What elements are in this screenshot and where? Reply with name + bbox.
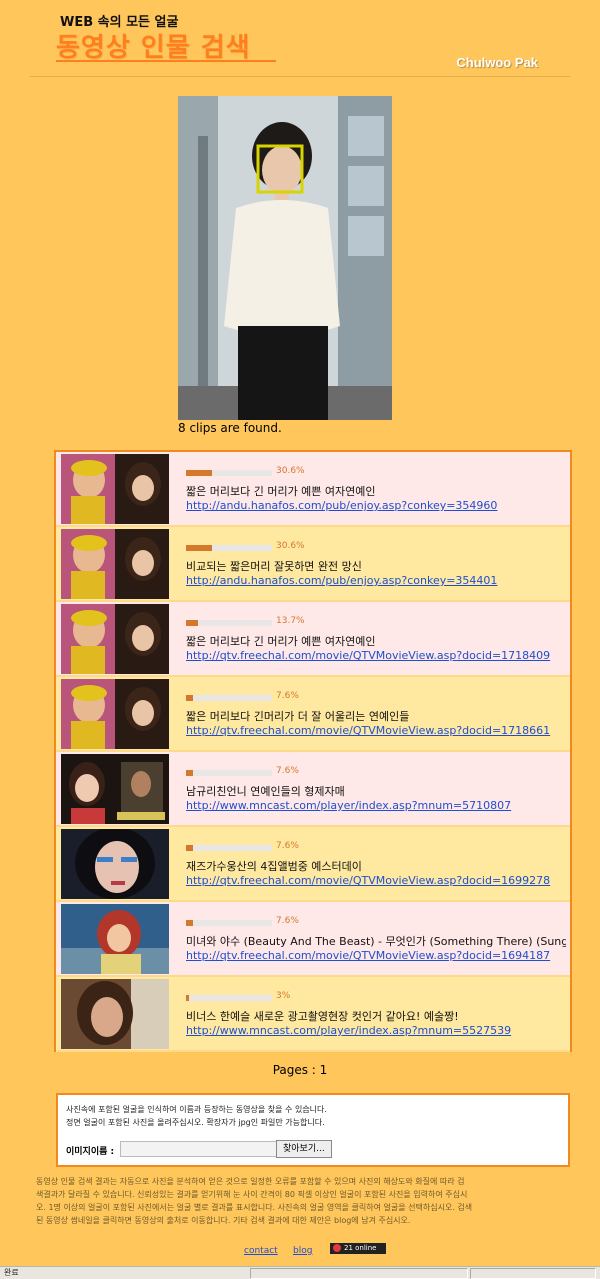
result-link[interactable]: http://qtv.freechal.com/movie/QTVMovieVi… <box>186 724 550 737</box>
result-link[interactable]: http://qtv.freechal.com/movie/QTVMovieVi… <box>186 874 550 887</box>
footer: contact blog <box>0 1243 600 1259</box>
result-link[interactable]: http://andu.hanafos.com/pub/enjoy.asp?co… <box>186 499 497 512</box>
match-score-percent: 7.6% <box>276 691 299 701</box>
result-row: 30.6% 짧은 머리보다 긴 머리가 예쁜 여자연예인 http://andu… <box>56 452 570 527</box>
clips-found-text: 8 clips are found. <box>178 421 282 435</box>
result-title: 비교되는 짧은머리 잘못하면 완전 망신 <box>186 560 362 573</box>
browser-status-bar: 완료 <box>0 1266 600 1279</box>
query-photo-image <box>178 96 392 420</box>
notice-line: 된 동영상 썸네일을 클릭하면 동영상의 출처로 이동합니다. 기타 검색 결과… <box>36 1216 411 1225</box>
image-file-input[interactable] <box>120 1141 278 1157</box>
result-thumbnail[interactable] <box>61 604 169 674</box>
result-row: 7.6% 짧은 머리보다 긴머리가 더 잘 어울리는 연예인들 http://q… <box>56 677 570 752</box>
match-score-bar <box>186 695 272 701</box>
result-link[interactable]: http://andu.hanafos.com/pub/enjoy.asp?co… <box>186 574 497 587</box>
header: WEB 속의 모든 얼굴 동영상 인물 검색 Chulwoo Pak <box>0 0 600 80</box>
result-title: 짧은 머리보다 긴머리가 더 잘 어울리는 연예인들 <box>186 710 410 723</box>
result-title: 짧은 머리보다 긴 머리가 예쁜 여자연예인 <box>186 635 376 648</box>
match-score-percent: 7.6% <box>276 766 299 776</box>
match-score-bar <box>186 770 272 776</box>
browse-button[interactable]: 찾아보기... <box>276 1140 332 1158</box>
result-link[interactable]: http://qtv.freechal.com/movie/QTVMovieVi… <box>186 649 550 662</box>
result-thumbnail[interactable] <box>61 529 169 599</box>
match-score-bar <box>186 995 272 1001</box>
badge-label: 21 online <box>344 1244 377 1252</box>
author-name: Chulwoo Pak <box>456 55 538 70</box>
upload-hint-line: 정면 얼굴이 포함된 사진을 올려주십시오. 확장자가 jpg인 파일만 가능합… <box>66 1118 325 1127</box>
result-row: 13.7% 짧은 머리보다 긴 머리가 예쁜 여자연예인 http://qtv.… <box>56 602 570 677</box>
match-score-bar <box>186 920 272 926</box>
result-row: 30.6% 비교되는 짧은머리 잘못하면 완전 망신 http://andu.h… <box>56 527 570 602</box>
result-title: 미녀와 야수 (Beauty And The Beast) - 무엇인가 (So… <box>186 935 566 948</box>
result-link[interactable]: http://qtv.freechal.com/movie/QTVMovieVi… <box>186 949 550 962</box>
status-progress-panel <box>250 1268 468 1279</box>
match-score-bar <box>186 620 272 626</box>
result-link[interactable]: http://www.mncast.com/player/index.asp?m… <box>186 1024 511 1037</box>
pagination: Pages : 1 <box>272 1063 328 1077</box>
match-score-percent: 7.6% <box>276 841 299 851</box>
match-score-percent: 30.6% <box>276 541 305 551</box>
result-title: 짧은 머리보다 긴 머리가 예쁜 여자연예인 <box>186 485 376 498</box>
logo-underline <box>56 60 276 62</box>
notice-line: 오. 1명 이상의 얼굴이 포함된 사진에서는 얼굴 별로 결과를 표시합니다.… <box>36 1203 473 1212</box>
result-title: 남규리친언니 연예인들의 형제자매 <box>186 785 345 798</box>
notice-line: 동영상 인물 검색 결과는 자동으로 사진을 분석하여 얻은 것으로 일정한 오… <box>36 1177 465 1186</box>
status-text: 완료 <box>4 1268 19 1277</box>
result-thumbnail[interactable] <box>61 454 169 524</box>
match-score-bar <box>186 545 272 551</box>
notice-line: 색결과가 달라질 수 있습니다. 신뢰성있는 결과를 얻기위해 눈 사이 간격이… <box>36 1190 468 1199</box>
result-row: 7.6% 남규리친언니 연예인들의 형제자매 http://www.mncast… <box>56 752 570 827</box>
logo-title: 동영상 인물 검색 <box>56 33 251 63</box>
match-score-percent: 3% <box>276 991 291 1001</box>
upload-hint-line: 사진속에 포함된 얼굴을 인식하여 이름과 등장하는 동영상을 찾을 수 있습니… <box>66 1105 327 1114</box>
result-thumbnail[interactable] <box>61 754 169 824</box>
upload-form: 사진속에 포함된 얼굴을 인식하여 이름과 등장하는 동영상을 찾을 수 있습니… <box>56 1093 570 1167</box>
disclaimer-notice: 동영상 인물 검색 결과는 자동으로 사진을 분석하여 얻은 것으로 일정한 오… <box>26 1175 574 1227</box>
match-score-bar <box>186 845 272 851</box>
image-name-label: 이미지이름 : <box>66 1147 115 1157</box>
blog-link[interactable]: blog <box>293 1246 312 1256</box>
results-list: 30.6% 짧은 머리보다 긴 머리가 예쁜 여자연예인 http://andu… <box>54 450 572 1052</box>
result-row: 3% 비너스 한예슬 새로운 광고촬영현장 컷인거 같아요! 예술짱! http… <box>56 977 570 1052</box>
upload-hint: 사진속에 포함된 얼굴을 인식하여 이름과 등장하는 동영상을 찾을 수 있습니… <box>66 1103 327 1129</box>
header-divider <box>30 76 570 77</box>
result-row: 7.6% 재즈가수웅산의 4집앨범중 예스터데이 http://qtv.free… <box>56 827 570 902</box>
result-link[interactable]: http://www.mncast.com/player/index.asp?m… <box>186 799 511 812</box>
result-thumbnail[interactable] <box>61 829 169 899</box>
result-row: 7.6% 미녀와 야수 (Beauty And The Beast) - 무엇인… <box>56 902 570 977</box>
result-title: 비너스 한예슬 새로운 광고촬영현장 컷인거 같아요! 예술짱! <box>186 1010 459 1023</box>
match-score-percent: 30.6% <box>276 466 305 476</box>
result-thumbnail[interactable] <box>61 979 169 1049</box>
query-photo <box>178 96 392 420</box>
online-badge[interactable]: 21 online <box>330 1243 386 1254</box>
match-score-bar <box>186 470 272 476</box>
status-zone-panel <box>470 1268 596 1279</box>
result-title: 재즈가수웅산의 4집앨범중 예스터데이 <box>186 860 362 873</box>
badge-dot-icon <box>333 1244 341 1252</box>
result-thumbnail[interactable] <box>61 679 169 749</box>
contact-link[interactable]: contact <box>244 1246 278 1256</box>
match-score-percent: 13.7% <box>276 616 305 626</box>
match-score-percent: 7.6% <box>276 916 299 926</box>
result-thumbnail[interactable] <box>61 904 169 974</box>
